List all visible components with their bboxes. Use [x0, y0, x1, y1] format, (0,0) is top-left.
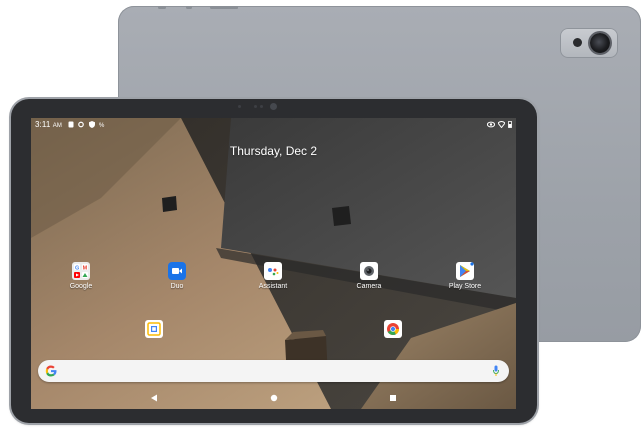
- light-sensor-icon: [260, 105, 263, 108]
- app-label: Duo: [170, 283, 184, 290]
- clock-time: 3:11: [35, 120, 51, 129]
- app-calendar[interactable]: [122, 320, 186, 338]
- sync-icon: %: [99, 123, 105, 128]
- wifi-icon: [498, 121, 505, 128]
- svg-text:%: %: [99, 123, 105, 128]
- settings-icon: [78, 121, 84, 128]
- google-search-bar[interactable]: [38, 360, 509, 382]
- assistant-icon: [264, 262, 282, 280]
- rear-camera-lens-icon: [590, 33, 610, 53]
- front-camera-icon: [270, 103, 277, 110]
- flash-icon: [573, 38, 582, 47]
- status-bar: 3:11 AM %: [31, 118, 516, 132]
- duo-icon: [168, 262, 186, 280]
- svg-text:M: M: [83, 265, 88, 271]
- app-label: Google: [69, 283, 93, 290]
- battery-icon: [508, 121, 512, 128]
- app-duo[interactable]: Duo: [145, 262, 209, 290]
- chrome-icon: [384, 320, 402, 338]
- date-widget[interactable]: Thursday, Dec 2: [31, 144, 516, 158]
- app-chrome[interactable]: [361, 320, 425, 338]
- mic-icon[interactable]: [493, 365, 499, 377]
- clock-ampm: AM: [52, 123, 62, 129]
- side-button: [186, 6, 192, 9]
- navigation-bar: [31, 388, 516, 408]
- app-label: Play Store: [448, 283, 482, 290]
- google-g-icon: [45, 365, 57, 377]
- app-play-store[interactable]: Play Store: [433, 262, 497, 290]
- play-store-icon: [456, 262, 474, 280]
- tablet-front: 3:11 AM % Thursday, Dec 2 G M Google Duo…: [11, 99, 537, 423]
- notification-icon: [68, 121, 74, 128]
- eye-icon: [487, 121, 495, 128]
- svg-text:G: G: [75, 265, 79, 271]
- app-label: Assistant: [258, 283, 288, 290]
- recents-icon[interactable]: [387, 393, 399, 403]
- home-icon[interactable]: [268, 393, 280, 403]
- app-google[interactable]: G M Google: [49, 262, 113, 290]
- app-camera[interactable]: Camera: [337, 262, 401, 290]
- app-assistant[interactable]: Assistant: [241, 262, 305, 290]
- side-button: [234, 6, 238, 9]
- proximity-sensor-icon: [238, 105, 241, 108]
- back-icon[interactable]: [148, 393, 160, 403]
- shield-icon: [89, 121, 95, 128]
- google-folder-icon: G M: [72, 262, 90, 280]
- light-sensor-icon: [254, 105, 257, 108]
- app-label: Camera: [356, 283, 382, 290]
- product-photo: 3:11 AM % Thursday, Dec 2 G M Google Duo…: [0, 0, 643, 428]
- clock: 3:11 AM: [35, 120, 62, 129]
- calendar-icon: [145, 320, 163, 338]
- home-screen: 3:11 AM % Thursday, Dec 2 G M Google Duo…: [31, 118, 516, 409]
- rear-camera-module: [560, 28, 618, 58]
- camera-icon: [360, 262, 378, 280]
- side-button: [158, 6, 166, 9]
